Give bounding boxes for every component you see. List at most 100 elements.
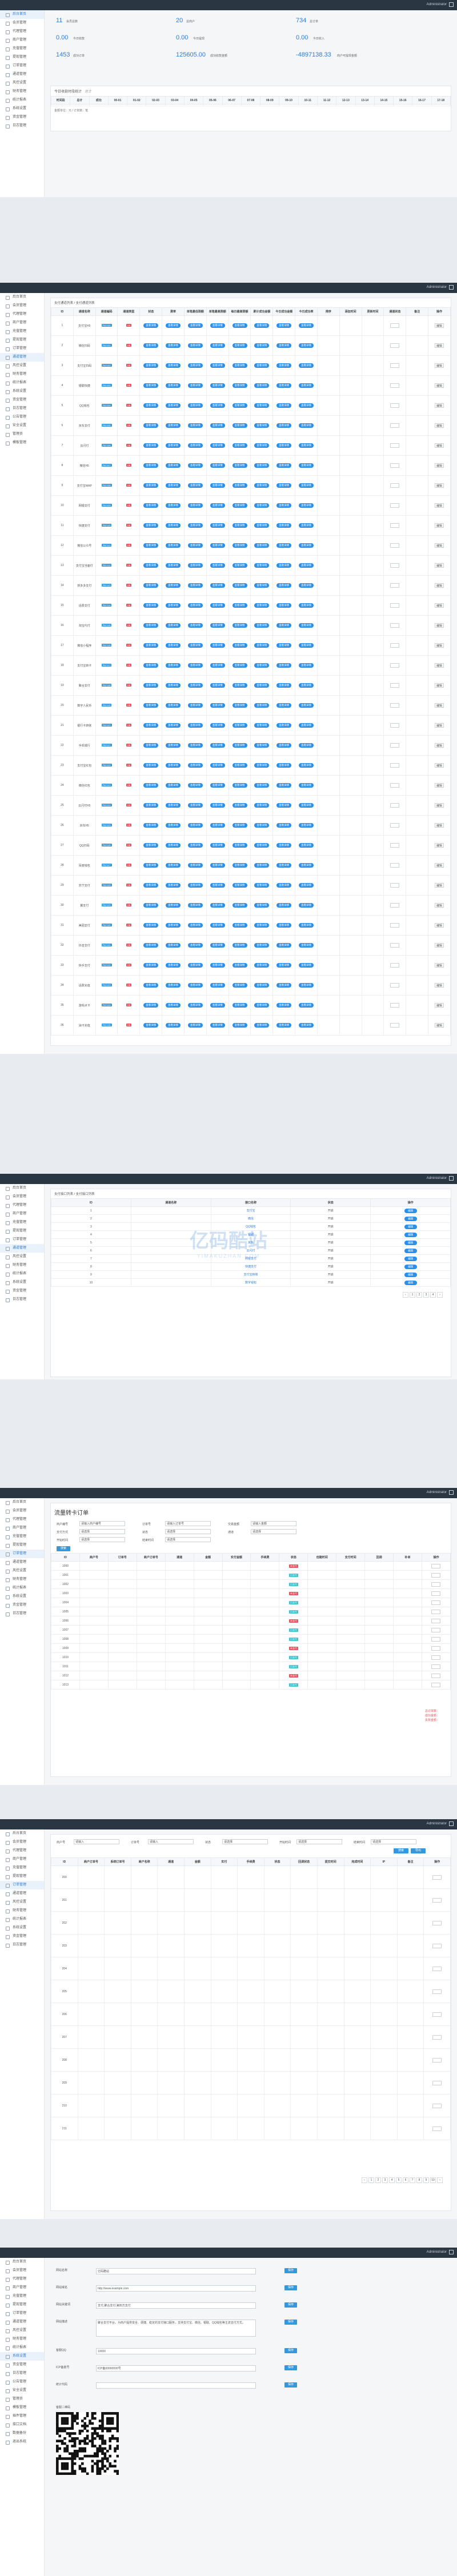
value-pill[interactable]: 查看详情	[187, 423, 203, 428]
value-pill[interactable]: 查看详情	[254, 663, 270, 668]
sidebar-item[interactable]: 日志管理	[0, 1295, 44, 1304]
edit-button[interactable]: 编辑	[404, 1272, 417, 1277]
value-pill[interactable]: 查看详情	[254, 323, 270, 328]
sidebar-item[interactable]: 代理管理	[0, 1515, 44, 1524]
sidebar-item[interactable]: 提现管理	[0, 53, 44, 62]
value-pill[interactable]: 查看详情	[187, 1003, 203, 1008]
sidebar-item[interactable]: 代理管理	[0, 310, 44, 319]
sidebar-item[interactable]: 会员管理	[0, 302, 44, 310]
value-pill[interactable]: 查看详情	[143, 383, 159, 388]
sidebar-item[interactable]: 统计报表	[0, 1270, 44, 1278]
value-pill[interactable]: 查看详情	[299, 803, 314, 808]
sidebar-item[interactable]: 财务管理	[0, 1907, 44, 1915]
value-pill[interactable]: 查看详情	[299, 963, 314, 968]
action-box[interactable]: 编辑	[435, 423, 444, 428]
save-button[interactable]: 保存	[284, 2365, 297, 2370]
page-button[interactable]: 6	[403, 2177, 408, 2183]
value-pill[interactable]: 查看详情	[299, 623, 314, 628]
filter-input[interactable]: 请选择	[371, 1839, 416, 1844]
sidebar-item[interactable]: 提现管理	[0, 1872, 44, 1881]
page-button[interactable]: 1	[410, 1292, 415, 1298]
value-pill[interactable]: 查看详情	[143, 683, 159, 688]
value-pill[interactable]: 查看详情	[254, 1003, 270, 1008]
page-button[interactable]: ‹	[362, 2177, 367, 2183]
value-pill[interactable]: 查看详情	[299, 643, 314, 648]
action-box[interactable]	[432, 1920, 442, 1925]
sidebar-item[interactable]: 资金管理	[0, 1932, 44, 1941]
field-input[interactable]: 支付,聚合支付,第四方支付	[96, 2302, 256, 2309]
status-toggle[interactable]	[390, 323, 400, 328]
value-pill[interactable]: 查看详情	[166, 923, 181, 928]
action-box[interactable]	[432, 2126, 442, 2131]
action-box[interactable]: 编辑	[435, 863, 444, 868]
sidebar-item[interactable]: 提现管理	[0, 2301, 44, 2309]
status-toggle[interactable]	[390, 1023, 400, 1028]
sidebar-item[interactable]: 风控设置	[0, 1898, 44, 1907]
value-pill[interactable]: 查看详情	[254, 783, 270, 788]
sidebar-item[interactable]: 日志管理	[0, 1941, 44, 1949]
value-pill[interactable]: 查看详情	[143, 443, 159, 448]
value-pill[interactable]: 查看详情	[166, 983, 181, 988]
sidebar-item[interactable]: 会员管理	[0, 1193, 44, 1201]
action-box[interactable]: 编辑	[435, 323, 444, 328]
value-pill[interactable]: 查看详情	[143, 623, 159, 628]
value-pill[interactable]: 查看详情	[210, 483, 225, 488]
value-pill[interactable]: 查看详情	[210, 723, 225, 728]
status-toggle[interactable]	[390, 723, 400, 728]
sidebar-item[interactable]: 代理管理	[0, 27, 44, 36]
filter-input[interactable]: 请输入订单号	[165, 1521, 211, 1526]
value-pill[interactable]: 查看详情	[166, 903, 181, 908]
sidebar-item[interactable]: 公告管理	[0, 2378, 44, 2386]
value-pill[interactable]: 查看详情	[254, 643, 270, 648]
filter-input[interactable]: 请选择	[165, 1537, 211, 1542]
value-pill[interactable]: 查看详情	[276, 943, 292, 948]
value-pill[interactable]: 查看详情	[166, 723, 181, 728]
sidebar-item[interactable]: 通道管理	[0, 2318, 44, 2326]
value-pill[interactable]: 查看详情	[143, 763, 159, 768]
action-box[interactable]	[432, 1897, 442, 1903]
save-button[interactable]: 保存	[284, 2302, 297, 2308]
action-box[interactable]	[431, 1563, 441, 1568]
value-pill[interactable]: 查看详情	[299, 383, 314, 388]
sidebar-item[interactable]: 统计报表	[0, 379, 44, 387]
value-pill[interactable]: 查看详情	[187, 803, 203, 808]
value-pill[interactable]: 查看详情	[254, 963, 270, 968]
edit-button[interactable]: 编辑	[404, 1240, 417, 1245]
sidebar-item[interactable]: 会员管理	[0, 2266, 44, 2275]
sidebar-item[interactable]: 安全设置	[0, 422, 44, 430]
field-input[interactable]: http://www.example.com	[96, 2285, 256, 2292]
value-pill[interactable]: 查看详情	[187, 863, 203, 868]
value-pill[interactable]: 查看详情	[166, 663, 181, 668]
value-pill[interactable]: 查看详情	[232, 743, 247, 748]
value-pill[interactable]: 查看详情	[210, 903, 225, 908]
value-pill[interactable]: 查看详情	[187, 883, 203, 888]
value-pill[interactable]: 查看详情	[232, 523, 247, 528]
value-pill[interactable]: 查看详情	[143, 603, 159, 608]
value-pill[interactable]: 查看详情	[254, 463, 270, 468]
sidebar-item[interactable]: 数据备份	[0, 2429, 44, 2438]
value-pill[interactable]: 查看详情	[166, 423, 181, 428]
action-box[interactable]: 编辑	[435, 663, 444, 668]
sidebar-item[interactable]: 财务管理	[0, 1575, 44, 1584]
value-pill[interactable]: 查看详情	[166, 483, 181, 488]
value-pill[interactable]: 查看详情	[254, 983, 270, 988]
sidebar-item[interactable]: 后台首页	[0, 10, 44, 19]
value-pill[interactable]: 查看详情	[187, 1023, 203, 1028]
value-pill[interactable]: 查看详情	[187, 483, 203, 488]
value-pill[interactable]: 查看详情	[143, 823, 159, 828]
interface-name-link[interactable]: 数字钱包	[245, 1281, 256, 1285]
value-pill[interactable]: 查看详情	[166, 763, 181, 768]
value-pill[interactable]: 查看详情	[143, 983, 159, 988]
value-pill[interactable]: 查看详情	[143, 523, 159, 528]
status-toggle[interactable]	[390, 403, 400, 408]
action-box[interactable]: 编辑	[435, 383, 444, 388]
value-pill[interactable]: 查看详情	[276, 623, 292, 628]
value-pill[interactable]: 查看详情	[166, 383, 181, 388]
status-toggle[interactable]	[390, 923, 400, 928]
sidebar-item[interactable]: 风控设置	[0, 1253, 44, 1261]
action-box[interactable]: 编辑	[435, 903, 444, 908]
value-pill[interactable]: 查看详情	[210, 543, 225, 548]
value-pill[interactable]: 查看详情	[299, 423, 314, 428]
value-pill[interactable]: 查看详情	[166, 1003, 181, 1008]
status-toggle[interactable]	[390, 523, 400, 528]
